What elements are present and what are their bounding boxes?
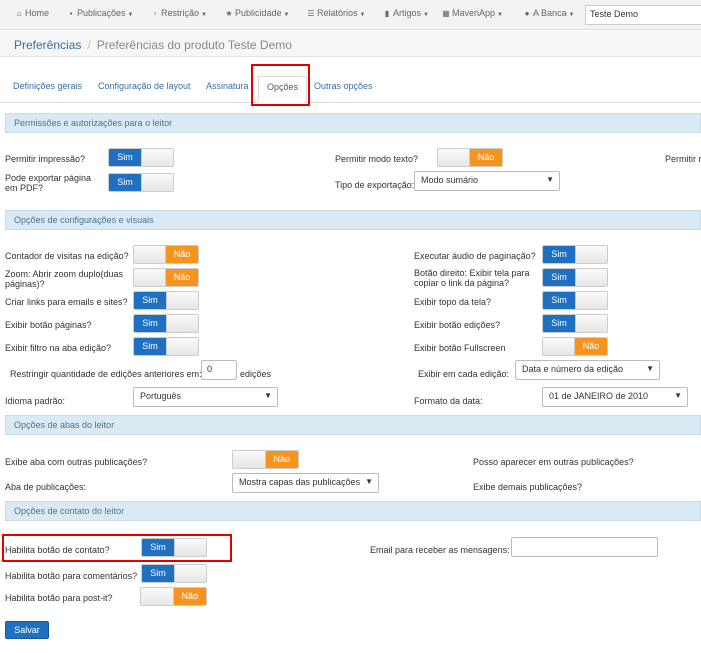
breadcrumb-separator: / xyxy=(87,38,91,52)
chevron-down-icon: ▼ xyxy=(283,12,290,18)
exibe-outras-publicacoes-label: Exibe aba com outras publicações? xyxy=(5,457,148,467)
section-contato-leitor: Opções de contato do leitor xyxy=(5,501,701,521)
idioma-label: Idioma padrão: xyxy=(5,396,66,406)
nav-mavenapp[interactable]: ▦ MavenApp ▼ xyxy=(441,8,503,22)
habilita-comentarios-toggle[interactable]: Sim xyxy=(141,564,207,583)
section-abas-leitor: Opções de abas do leitor xyxy=(5,415,701,435)
exibir-botao-edicoes-label: Exibir botão edições? xyxy=(414,320,501,330)
tab-outras-opcoes[interactable]: Outras opções xyxy=(314,76,373,103)
contato-highlight-box xyxy=(2,534,232,562)
exibir-cada-edicao-select[interactable]: Data e número da edição ▼ xyxy=(515,360,660,380)
botao-direito-label: Botão direito: Exibir tela para copiar o… xyxy=(414,268,530,288)
criar-links-toggle[interactable]: Sim xyxy=(133,291,199,310)
star-icon: ★ xyxy=(225,9,233,18)
nav-relatorios[interactable]: ☰ Relatórios ▼ xyxy=(306,8,365,22)
chevron-down-icon: ▼ xyxy=(646,364,654,373)
exibir-filtro-toggle[interactable]: Sim xyxy=(133,337,199,356)
breadcrumb-root[interactable]: Preferências xyxy=(14,38,81,52)
breadcrumb-current: Preferências do produto Teste Demo xyxy=(96,38,292,52)
exibe-outras-publicacoes-toggle[interactable]: Não xyxy=(232,450,299,469)
idioma-select[interactable]: Português ▼ xyxy=(133,387,278,407)
zoom-duplo-label: Zoom: Abrir zoom duplo(duas páginas)? xyxy=(5,269,124,289)
exibir-topo-toggle[interactable]: Sim xyxy=(542,291,608,310)
chevron-down-icon: ▼ xyxy=(674,391,682,400)
nav-publicacoes[interactable]: ▪ Publicações ▼ xyxy=(66,8,134,22)
formato-data-label: Formato da data: xyxy=(414,396,483,406)
chevron-down-icon: ▼ xyxy=(264,391,272,400)
chevron-down-icon: ▼ xyxy=(127,12,134,18)
nav-restricao[interactable]: ▫ Restrição ▼ xyxy=(150,8,207,22)
contador-visitas-toggle[interactable]: Não xyxy=(133,245,199,264)
email-label: Email para receber as mensagens: xyxy=(370,545,510,555)
list-icon: ☰ xyxy=(307,9,315,18)
exibir-filtro-label: Exibir filtro na aba edição? xyxy=(5,343,112,353)
exibir-cada-edicao-label: Exibir em cada edição: xyxy=(418,369,510,379)
exibir-fullscreen-toggle[interactable]: Não xyxy=(542,337,608,356)
chevron-down-icon: ▼ xyxy=(201,12,207,18)
email-field[interactable] xyxy=(511,537,658,557)
file-icon: ▪ xyxy=(69,9,73,18)
tipo-exportacao-label: Tipo de exportação: xyxy=(335,180,415,190)
chevron-down-icon: ▼ xyxy=(546,175,554,184)
tab-highlight-box xyxy=(251,64,310,106)
bookmark-icon: ▮ xyxy=(384,9,390,18)
chevron-down-icon: ▼ xyxy=(497,12,503,18)
nav-artigos[interactable]: ▮ Artigos ▼ xyxy=(382,8,429,22)
zoom-duplo-toggle[interactable]: Não xyxy=(133,268,199,287)
top-navbar: ⌂ Home ▪ Publicações ▼ ▫ Restrição ▼ ★ Publici… xyxy=(0,0,701,30)
pode-exportar-toggle[interactable]: Sim xyxy=(108,173,174,192)
pode-exportar-label: Pode exportar página em PDF? xyxy=(5,173,92,193)
section-configuracoes-visuais: Opções de configurações e visuais xyxy=(5,210,701,230)
section-permissoes: Permissões e autorizações para o leitor xyxy=(5,113,701,133)
formato-data-select[interactable]: 01 de JANEIRO de 2010 ▼ xyxy=(542,387,688,407)
search-input[interactable]: Teste Demo xyxy=(585,5,701,25)
habilita-postit-toggle[interactable]: Não xyxy=(140,587,207,606)
executar-audio-toggle[interactable]: Sim xyxy=(542,245,608,264)
habilita-postit-label: Habilita botão para post-it? xyxy=(5,593,113,603)
botao-direito-toggle[interactable]: Sim xyxy=(542,268,608,287)
globe-icon: ● xyxy=(524,9,530,18)
lock-icon: ▫ xyxy=(153,9,157,18)
permitir-impressao-toggle[interactable]: Sim xyxy=(108,148,174,167)
exibir-botao-edicoes-toggle[interactable]: Sim xyxy=(542,314,608,333)
chevron-down-icon: ▼ xyxy=(568,12,575,18)
nav-home[interactable]: ⌂ Home xyxy=(14,8,49,22)
nav-publicidade[interactable]: ★ Publicidade ▼ xyxy=(224,8,290,22)
tab-definicoes-gerais[interactable]: Definições gerais xyxy=(13,76,82,103)
tipo-exportacao-select[interactable]: Modo sumário ▼ xyxy=(414,171,560,191)
tab-configuracao-layout[interactable]: Configuração de layout xyxy=(98,76,191,103)
exibe-demais-label: Exibe demais publicações? xyxy=(473,482,583,492)
restringir-suffix: edições xyxy=(240,369,272,379)
restringir-input[interactable]: 0 xyxy=(201,360,237,380)
exibir-fullscreen-label: Exibir botão Fullscreen xyxy=(414,343,506,353)
chevron-down-icon: ▼ xyxy=(359,12,366,18)
permitir-impressao-label: Permitir impressão? xyxy=(5,154,86,164)
nav-a-banca[interactable]: ● A Banca ▼ xyxy=(522,8,575,22)
criar-links-label: Criar links para emails e sites? xyxy=(5,297,128,307)
permitir-cut-label: Permitir r xyxy=(665,154,701,164)
executar-audio-label: Executar áudio de paginação? xyxy=(414,251,536,261)
permitir-texto-toggle[interactable]: Não xyxy=(437,148,503,167)
breadcrumb: Preferências / Preferências do produto Tes… xyxy=(0,31,701,57)
exibir-topo-label: Exibir topo da tela? xyxy=(414,297,492,307)
save-button[interactable]: Salvar xyxy=(5,621,49,639)
chevron-down-icon: ▼ xyxy=(423,12,429,18)
permitir-texto-label: Permitir modo texto? xyxy=(335,154,419,164)
home-icon: ⌂ xyxy=(16,9,22,18)
posso-aparecer-label: Posso aparecer em outras publicações? xyxy=(473,457,634,467)
aba-publicacoes-select[interactable]: Mostra capas das publicações ▼ xyxy=(232,473,379,493)
tab-assinatura[interactable]: Assinatura xyxy=(206,76,249,103)
grid-icon: ▦ xyxy=(442,9,450,18)
aba-publicacoes-label: Aba de publicações: xyxy=(5,482,87,492)
habilita-comentarios-label: Habilita botão para comentários? xyxy=(5,571,138,581)
contador-visitas-label: Contador de visitas na edição? xyxy=(5,251,129,261)
chevron-down-icon: ▼ xyxy=(365,477,373,486)
exibir-botao-paginas-toggle[interactable]: Sim xyxy=(133,314,199,333)
exibir-botao-paginas-label: Exibir botão páginas? xyxy=(5,320,92,330)
restringir-label: Restringir quantidade de edições anterio… xyxy=(10,369,202,379)
